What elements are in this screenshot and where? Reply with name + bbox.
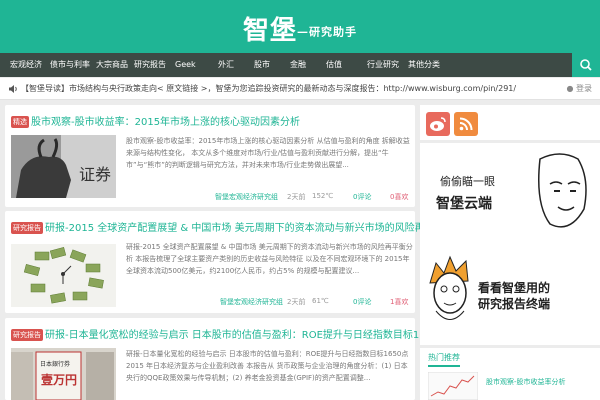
svg-text:壹万円: 壹万円 (41, 372, 77, 387)
post-thumbnail[interactable] (11, 244, 116, 307)
nav-item-9[interactable]: 估值 (326, 53, 342, 77)
nav-item-3[interactable]: 大宗商品 (96, 53, 128, 77)
promo-line3: 看看智堡用的 (478, 281, 551, 295)
weibo-button[interactable] (426, 112, 450, 136)
rss-icon (459, 117, 473, 131)
post-title[interactable]: 研究报告 研报-日本量化宽松的经验与启示 日本股市的估值与盈利：ROE提升与日经指… (11, 326, 448, 341)
post-comments[interactable]: 0评论 (353, 192, 371, 202)
promo-line4: 研究报告终端 (478, 297, 551, 311)
post-excerpt: 研报-2015 全球资产配置展望 & 中国市场 美元周期下的资本流动与新兴市场的… (126, 243, 413, 275)
user-login[interactable]: ● 登录 (566, 83, 592, 94)
main-nav: 宏观经济 债市与利率 大宗商品 研究报告 Geek 外汇 股市 金融 估值 行业… (0, 53, 600, 77)
post-likes[interactable]: 0喜欢 (390, 192, 408, 202)
post-meta: 智堡宏观经济研究组 2天前 152℃ 0评论 0喜欢 (205, 192, 410, 202)
post-views: 61℃ (312, 297, 329, 305)
cartoon-face-icon (429, 255, 469, 320)
promo-banner[interactable]: 偷偷瞄一眼 智堡云端 看看智堡用的 研究报告终端 (420, 143, 600, 345)
volume-icon (9, 85, 17, 93)
post-comments[interactable]: 0评论 (353, 297, 371, 307)
meme-face-icon (538, 153, 587, 228)
user-login-label: 登录 (576, 84, 592, 93)
post-thumbnail[interactable]: 证券 (11, 135, 116, 198)
post-card: 研究报告 研报-2015 全球资产配置展望 & 中国市场 美元周期下的资本流动与新… (5, 211, 465, 313)
post-title[interactable]: 研究报告 研报-2015 全球资产配置展望 & 中国市场 美元周期下的资本流动与新… (11, 219, 465, 234)
hot-post-thumbnail[interactable] (428, 372, 478, 400)
nav-item-7[interactable]: 股市 (254, 53, 270, 77)
post-excerpt: 研报-日本量化宽松的经验与启示 日本股市的估值与盈利：ROE提升与日经指数目标1… (126, 350, 409, 382)
site-logo[interactable]: 智堡—研究助手 (0, 10, 600, 47)
post-time: 2天前 (287, 193, 306, 201)
post-title[interactable]: 精选 股市观察-股市收益率：2015年市场上涨的核心驱动因素分析 (11, 113, 300, 128)
post-author[interactable]: 智堡宏观经济研究组 (215, 192, 278, 202)
post-tag[interactable]: 研究报告 (11, 329, 43, 341)
user-icon: ● (566, 84, 574, 93)
svg-text:证券: 证券 (79, 165, 111, 184)
social-links (420, 105, 600, 140)
post-meta: 智堡宏观经济研究组 2天前 61℃ 0评论 1喜欢 (205, 297, 410, 307)
post-title-text: 股市观察-股市收益率：2015年市场上涨的核心驱动因素分析 (31, 117, 301, 128)
svg-text:日本銀行券: 日本銀行券 (40, 360, 70, 368)
post-thumbnail[interactable]: 日本銀行券 壹万円 (11, 348, 116, 400)
post-title-text: 研报-日本量化宽松的经验与启示 日本股市的估值与盈利：ROE提升与日经指数目标1… (45, 330, 449, 341)
nav-item-1[interactable]: 宏观经济 (10, 53, 42, 77)
search-icon (580, 59, 592, 71)
announcement-bar: 【智堡导读】市场结构与央行政策走向< 原文链接 >，智堡为您追踪投资研究的最新动… (0, 78, 600, 100)
nav-item-11[interactable]: 其他分类 (408, 53, 440, 77)
nav-item-geek[interactable]: Geek (175, 53, 196, 77)
rss-button[interactable] (454, 112, 478, 136)
logo-text: 智堡 (242, 16, 297, 46)
hot-post-title[interactable]: 股市观察-股市收益率分析 (486, 377, 566, 387)
post-title-text: 研报-2015 全球资产配置展望 & 中国市场 美元周期下的资本流动与新兴市场的… (45, 223, 465, 234)
promo-line2: 智堡云端 (436, 196, 492, 212)
post-excerpt: 股市观察-股市收益率：2015年市场上涨的核心驱动因素分析 从估值与盈利的角度 … (126, 137, 410, 169)
hot-posts-title: 热门推荐 (428, 352, 460, 367)
post-tag[interactable]: 精选 (11, 116, 29, 128)
post-views: 152℃ (312, 192, 334, 200)
logo-subtitle: —研究助手 (297, 25, 357, 39)
post-tag[interactable]: 研究报告 (11, 222, 43, 234)
post-likes[interactable]: 1喜欢 (390, 297, 408, 307)
post-card: 精选 股市观察-股市收益率：2015年市场上涨的核心驱动因素分析 证券 股市观察-… (5, 105, 415, 207)
nav-item-10[interactable]: 行业研究 (367, 53, 399, 77)
nav-item-4[interactable]: 研究报告 (134, 53, 166, 77)
post-time: 2天前 (287, 298, 306, 306)
nav-item-6[interactable]: 外汇 (218, 53, 234, 77)
post-card: 研究报告 研报-日本量化宽松的经验与启示 日本股市的估值与盈利：ROE提升与日经指… (5, 318, 448, 400)
nav-item-2[interactable]: 债市与利率 (50, 53, 90, 77)
weibo-icon (430, 117, 446, 131)
promo-line1: 偷偷瞄一眼 (440, 175, 495, 188)
nav-item-8[interactable]: 金融 (290, 53, 306, 77)
search-button[interactable] (572, 53, 600, 77)
post-author[interactable]: 智堡宏观经济研究组 (220, 297, 283, 307)
site-header: 智堡—研究助手 (0, 0, 600, 53)
announcement-text[interactable]: 【智堡导读】市场结构与央行政策走向< 原文链接 >，智堡为您追踪投资研究的最新动… (21, 83, 516, 94)
